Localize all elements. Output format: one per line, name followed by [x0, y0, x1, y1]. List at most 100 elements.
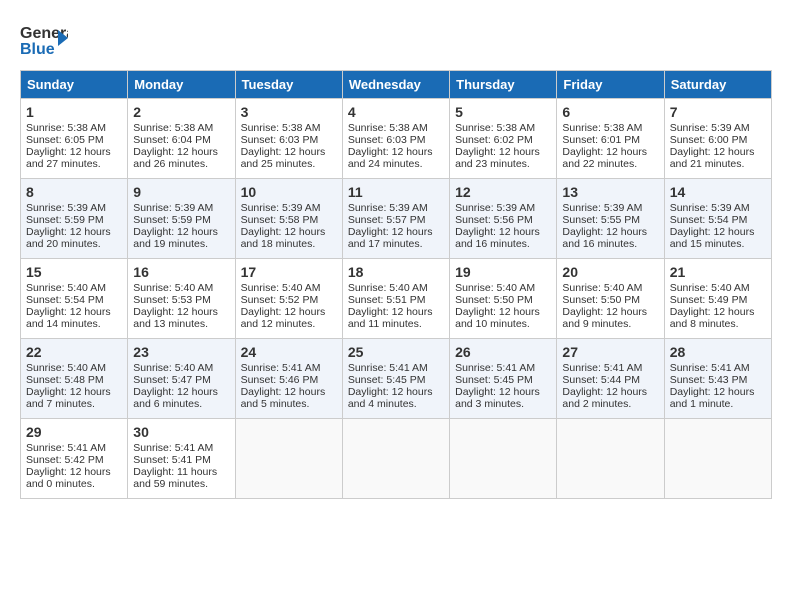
- page-header: General Blue: [20, 20, 772, 60]
- calendar-cell: 5 Sunrise: 5:38 AMSunset: 6:02 PMDaylight…: [450, 99, 557, 179]
- daylight-label: Daylight: 12 hours and 26 minutes.: [133, 146, 218, 170]
- sunset-label: Sunset: 5:59 PM: [133, 214, 211, 226]
- daylight-label: Daylight: 12 hours and 2 minutes.: [562, 386, 647, 410]
- daylight-label: Daylight: 12 hours and 20 minutes.: [26, 226, 111, 250]
- calendar-cell: 12Sunrise: 5:39 AMSunset: 5:56 PMDayligh…: [450, 179, 557, 259]
- calendar-cell: 20 Sunrise: 5:40 AMSunset: 5:50 PMDayligh…: [557, 259, 664, 339]
- day-number: 8: [26, 184, 122, 200]
- daylight-label: Daylight: 12 hours and 5 minutes.: [241, 386, 326, 410]
- sunrise-label: Sunrise: 5:40 AM: [670, 282, 750, 294]
- daylight-label: Daylight: 12 hours and 18 minutes.: [241, 226, 326, 250]
- sunset-label: Sunset: 5:45 PM: [348, 374, 426, 386]
- sunrise-label: Sunrise: 5:41 AM: [562, 362, 642, 374]
- sunset-label: Sunset: 5:49 PM: [670, 294, 748, 306]
- sunset-label: Sunset: 5:50 PM: [562, 294, 640, 306]
- weekday-header-saturday: Saturday: [664, 71, 771, 99]
- daylight-label: Daylight: 12 hours and 21 minutes.: [670, 146, 755, 170]
- sunrise-label: Sunrise: 5:39 AM: [26, 202, 106, 214]
- calendar-cell: 11Sunrise: 5:39 AMSunset: 5:57 PMDayligh…: [342, 179, 449, 259]
- day-number: 29: [26, 424, 122, 440]
- sunrise-label: Sunrise: 5:38 AM: [562, 122, 642, 134]
- daylight-label: Daylight: 12 hours and 1 minute.: [670, 386, 755, 410]
- sunrise-label: Sunrise: 5:39 AM: [133, 202, 213, 214]
- calendar-cell: 3Sunrise: 5:38 AMSunset: 6:03 PMDaylight…: [235, 99, 342, 179]
- sunrise-label: Sunrise: 5:39 AM: [455, 202, 535, 214]
- day-number: 28: [670, 344, 766, 360]
- sunrise-label: Sunrise: 5:38 AM: [241, 122, 321, 134]
- daylight-label: Daylight: 12 hours and 11 minutes.: [348, 306, 433, 330]
- sunset-label: Sunset: 5:52 PM: [241, 294, 319, 306]
- daylight-label: Daylight: 12 hours and 23 minutes.: [455, 146, 540, 170]
- calendar-cell: [342, 419, 449, 499]
- sunrise-label: Sunrise: 5:39 AM: [670, 122, 750, 134]
- logo: General Blue: [20, 20, 64, 60]
- day-number: 23: [133, 344, 229, 360]
- day-number: 4: [348, 104, 444, 120]
- calendar-week-5: 29Sunrise: 5:41 AMSunset: 5:42 PMDayligh…: [21, 419, 772, 499]
- daylight-label: Daylight: 12 hours and 14 minutes.: [26, 306, 111, 330]
- day-number: 5: [455, 104, 551, 120]
- sunset-label: Sunset: 5:47 PM: [133, 374, 211, 386]
- day-number: 24: [241, 344, 337, 360]
- sunrise-label: Sunrise: 5:39 AM: [562, 202, 642, 214]
- daylight-label: Daylight: 12 hours and 10 minutes.: [455, 306, 540, 330]
- daylight-label: Daylight: 12 hours and 8 minutes.: [670, 306, 755, 330]
- weekday-header-wednesday: Wednesday: [342, 71, 449, 99]
- day-number: 12: [455, 184, 551, 200]
- daylight-label: Daylight: 11 hours and 59 minutes.: [133, 466, 217, 490]
- calendar-cell: 7Sunrise: 5:39 AMSunset: 6:00 PMDaylight…: [664, 99, 771, 179]
- day-number: 11: [348, 184, 444, 200]
- calendar-cell: 28Sunrise: 5:41 AMSunset: 5:43 PMDayligh…: [664, 339, 771, 419]
- sunset-label: Sunset: 6:05 PM: [26, 134, 104, 146]
- daylight-label: Daylight: 12 hours and 0 minutes.: [26, 466, 111, 490]
- calendar-cell: 22Sunrise: 5:40 AMSunset: 5:48 PMDayligh…: [21, 339, 128, 419]
- sunset-label: Sunset: 5:54 PM: [670, 214, 748, 226]
- calendar-cell: 21Sunrise: 5:40 AMSunset: 5:49 PMDayligh…: [664, 259, 771, 339]
- sunset-label: Sunset: 5:56 PM: [455, 214, 533, 226]
- sunrise-label: Sunrise: 5:38 AM: [26, 122, 106, 134]
- day-number: 25: [348, 344, 444, 360]
- day-number: 26: [455, 344, 551, 360]
- day-number: 20: [562, 264, 658, 280]
- sunset-label: Sunset: 6:03 PM: [241, 134, 319, 146]
- day-number: 6: [562, 104, 658, 120]
- day-number: 2: [133, 104, 229, 120]
- daylight-label: Daylight: 12 hours and 3 minutes.: [455, 386, 540, 410]
- sunrise-label: Sunrise: 5:40 AM: [133, 282, 213, 294]
- calendar-cell: 23Sunrise: 5:40 AMSunset: 5:47 PMDayligh…: [128, 339, 235, 419]
- calendar-cell: [450, 419, 557, 499]
- day-number: 9: [133, 184, 229, 200]
- calendar-cell: 24Sunrise: 5:41 AMSunset: 5:46 PMDayligh…: [235, 339, 342, 419]
- sunrise-label: Sunrise: 5:41 AM: [241, 362, 321, 374]
- sunrise-label: Sunrise: 5:39 AM: [670, 202, 750, 214]
- daylight-label: Daylight: 12 hours and 22 minutes.: [562, 146, 647, 170]
- calendar-week-1: 1Sunrise: 5:38 AMSunset: 6:05 PMDaylight…: [21, 99, 772, 179]
- sunrise-label: Sunrise: 5:38 AM: [455, 122, 535, 134]
- calendar-table: SundayMondayTuesdayWednesdayThursdayFrid…: [20, 70, 772, 499]
- calendar-cell: [664, 419, 771, 499]
- calendar-cell: 25Sunrise: 5:41 AMSunset: 5:45 PMDayligh…: [342, 339, 449, 419]
- sunrise-label: Sunrise: 5:41 AM: [348, 362, 428, 374]
- calendar-cell: 29Sunrise: 5:41 AMSunset: 5:42 PMDayligh…: [21, 419, 128, 499]
- day-number: 14: [670, 184, 766, 200]
- calendar-cell: 15Sunrise: 5:40 AMSunset: 5:54 PMDayligh…: [21, 259, 128, 339]
- weekday-header-friday: Friday: [557, 71, 664, 99]
- day-number: 1: [26, 104, 122, 120]
- daylight-label: Daylight: 12 hours and 12 minutes.: [241, 306, 326, 330]
- sunrise-label: Sunrise: 5:40 AM: [562, 282, 642, 294]
- sunrise-label: Sunrise: 5:39 AM: [348, 202, 428, 214]
- daylight-label: Daylight: 12 hours and 9 minutes.: [562, 306, 647, 330]
- sunset-label: Sunset: 5:48 PM: [26, 374, 104, 386]
- daylight-label: Daylight: 12 hours and 6 minutes.: [133, 386, 218, 410]
- sunset-label: Sunset: 5:57 PM: [348, 214, 426, 226]
- calendar-cell: 18Sunrise: 5:40 AMSunset: 5:51 PMDayligh…: [342, 259, 449, 339]
- weekday-header-thursday: Thursday: [450, 71, 557, 99]
- sunset-label: Sunset: 6:02 PM: [455, 134, 533, 146]
- sunset-label: Sunset: 6:04 PM: [133, 134, 211, 146]
- day-number: 18: [348, 264, 444, 280]
- sunrise-label: Sunrise: 5:40 AM: [455, 282, 535, 294]
- daylight-label: Daylight: 12 hours and 27 minutes.: [26, 146, 111, 170]
- weekday-header-tuesday: Tuesday: [235, 71, 342, 99]
- sunrise-label: Sunrise: 5:41 AM: [133, 442, 213, 454]
- sunset-label: Sunset: 5:54 PM: [26, 294, 104, 306]
